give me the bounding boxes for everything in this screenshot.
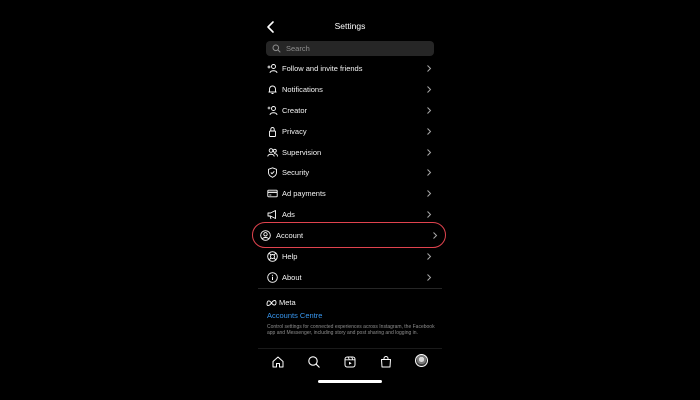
menu-item-follow-invite[interactable]: Follow and invite friends xyxy=(258,58,442,79)
menu-item-label: Notifications xyxy=(282,84,323,94)
menu-item-label: Help xyxy=(282,252,298,262)
menu-item-label: Supervision xyxy=(282,147,322,157)
chevron-right-icon xyxy=(426,168,432,177)
menu-item-label: Account xyxy=(276,231,304,241)
menu-item-ad-payments[interactable]: Ad payments xyxy=(258,183,442,204)
chevron-right-icon xyxy=(426,252,432,261)
menu-item-label: Follow and invite friends xyxy=(282,64,363,73)
chevron-right-icon xyxy=(426,127,432,136)
menu-item-creator[interactable]: Creator xyxy=(258,100,442,121)
menu-item-label: Creator xyxy=(282,105,308,115)
home-indicator xyxy=(318,380,382,383)
chevron-right-icon xyxy=(426,64,432,73)
accounts-centre-description: Control settings for connected experienc… xyxy=(267,324,435,337)
info-icon xyxy=(267,272,278,283)
menu-item-account[interactable]: Account xyxy=(252,222,446,249)
people-icon xyxy=(267,147,278,158)
creator-icon xyxy=(267,105,278,116)
menu-item-security[interactable]: Security xyxy=(258,162,442,183)
menu-item-label: Ads xyxy=(282,210,295,220)
settings-menu: Follow and invite friends Notifications … xyxy=(252,58,446,288)
chevron-right-icon xyxy=(432,231,438,240)
search-bar[interactable] xyxy=(266,41,434,56)
settings-screen: Settings Follow and invite friends Notif… xyxy=(252,0,446,400)
meta-logo-icon xyxy=(266,299,277,306)
menu-item-notifications[interactable]: Notifications xyxy=(258,79,442,100)
megaphone-icon xyxy=(267,209,278,220)
meta-logo-text: Meta xyxy=(279,298,296,307)
shield-check-icon xyxy=(267,167,278,179)
chevron-right-icon xyxy=(426,273,432,282)
menu-item-label: Security xyxy=(282,168,310,178)
lock-icon xyxy=(267,126,278,137)
card-icon xyxy=(267,188,278,199)
chevron-right-icon xyxy=(426,210,432,219)
search-input[interactable] xyxy=(286,41,426,56)
header: Settings xyxy=(258,16,442,38)
chevron-right-icon xyxy=(426,148,432,157)
lifebuoy-icon xyxy=(267,251,278,262)
profile-avatar[interactable] xyxy=(415,354,428,367)
section-divider xyxy=(258,288,442,289)
account-circle-icon xyxy=(260,230,271,241)
reels-icon[interactable] xyxy=(343,355,357,369)
menu-item-privacy[interactable]: Privacy xyxy=(258,121,442,142)
bottom-nav xyxy=(258,348,442,375)
menu-item-supervision[interactable]: Supervision xyxy=(258,142,442,163)
bell-icon xyxy=(267,84,278,95)
page-title: Settings xyxy=(334,21,366,31)
menu-item-label: Privacy xyxy=(282,126,307,136)
chevron-right-icon xyxy=(426,85,432,94)
shop-icon[interactable] xyxy=(379,355,393,369)
home-icon[interactable] xyxy=(271,355,285,369)
chevron-right-icon xyxy=(426,189,432,198)
search-icon[interactable] xyxy=(307,355,321,369)
chevron-right-icon xyxy=(426,106,432,115)
menu-item-ads[interactable]: Ads xyxy=(258,204,442,225)
menu-item-help[interactable]: Help xyxy=(258,246,442,267)
search-icon xyxy=(272,44,281,53)
menu-item-label: About xyxy=(282,272,302,282)
add-user-icon xyxy=(267,63,278,74)
menu-item-label: Ad payments xyxy=(282,189,326,199)
accounts-centre-link[interactable]: Accounts Centre xyxy=(267,311,322,320)
meta-brand: Meta xyxy=(266,298,296,307)
menu-item-about[interactable]: About xyxy=(258,267,442,288)
